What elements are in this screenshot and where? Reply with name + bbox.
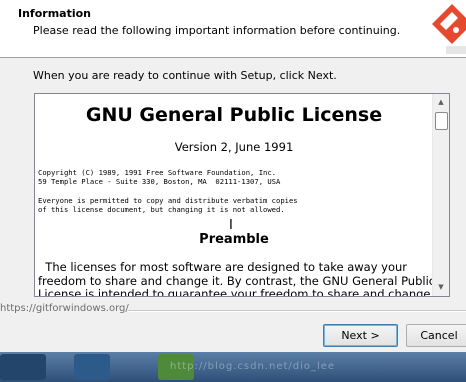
license-scrollbar[interactable]: ▲ ▼ bbox=[432, 94, 449, 296]
next-button[interactable]: Next > bbox=[323, 324, 398, 347]
preamble-paragraph: The licenses for most software are desig… bbox=[38, 260, 433, 296]
license-content: GNU General Public License Version 2, Ju… bbox=[35, 94, 433, 296]
git-logo-icon bbox=[432, 4, 466, 54]
divider-line bbox=[128, 310, 466, 312]
instruction-text: When you are ready to continue with Setu… bbox=[33, 69, 337, 82]
watermark-text: http://blog.csdn.net/dio_lee bbox=[170, 361, 336, 372]
scroll-up-arrow-icon[interactable]: ▲ bbox=[433, 94, 449, 111]
website-url: https://gitforwindows.org/ bbox=[0, 303, 129, 314]
page-subtitle: Please read the following important info… bbox=[33, 24, 401, 37]
branding-row: https://gitforwindows.org/ bbox=[0, 303, 466, 317]
wizard-header: Information Please read the following im… bbox=[0, 0, 466, 58]
license-title: GNU General Public License bbox=[85, 104, 383, 126]
page-title: Information bbox=[18, 7, 91, 20]
scroll-thumb[interactable] bbox=[435, 112, 448, 130]
taskbar-start-icon[interactable] bbox=[0, 354, 46, 380]
preamble-heading: Preamble bbox=[199, 232, 269, 247]
license-text-box[interactable]: GNU General Public License Version 2, Ju… bbox=[34, 93, 450, 297]
taskbar-app-icon[interactable] bbox=[74, 354, 110, 380]
license-permission: Everyone is permitted to copy and distri… bbox=[38, 196, 298, 214]
taskbar: http://blog.csdn.net/dio_lee bbox=[0, 352, 466, 382]
license-version: Version 2, June 1991 bbox=[174, 140, 294, 154]
text-cursor-icon: I bbox=[229, 218, 233, 233]
cancel-button[interactable]: Cancel bbox=[406, 324, 466, 347]
scroll-down-arrow-icon[interactable]: ▼ bbox=[433, 279, 449, 296]
license-copyright: Copyright (C) 1989, 1991 Free Software F… bbox=[38, 168, 281, 186]
